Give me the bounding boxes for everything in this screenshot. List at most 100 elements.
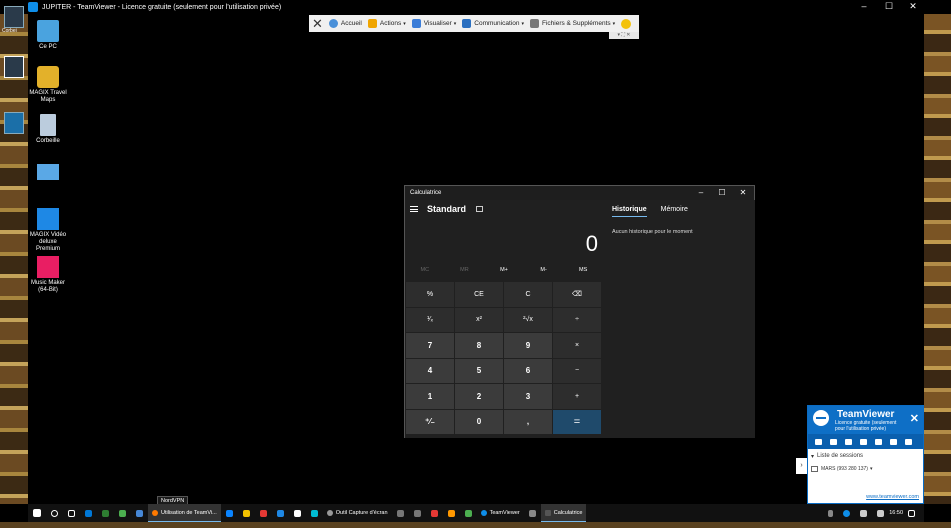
key-five[interactable]: 5 [455, 358, 503, 383]
app-icon[interactable] [430, 509, 438, 517]
memory-recall-button[interactable]: MR [445, 267, 485, 273]
remote-screen[interactable]: Ce PC MAGIX Travel Maps Corbeille MAGIX … [28, 14, 924, 504]
app-icon[interactable] [293, 509, 301, 517]
tray-teamviewer-icon[interactable] [843, 509, 851, 517]
key-minus[interactable]: − [553, 358, 601, 383]
calc-minimize-button[interactable]: – [691, 186, 711, 200]
memory-add-button[interactable]: M+ [484, 267, 524, 273]
key-backspace[interactable]: ⌫ [553, 282, 601, 307]
toolbar-actions[interactable]: Actions ▾ [367, 19, 406, 28]
keep-on-top-icon[interactable] [476, 206, 484, 212]
local-recycle-bin-icon[interactable] [4, 6, 24, 28]
app-icon[interactable] [396, 509, 404, 517]
key-four[interactable]: 4 [406, 358, 454, 383]
local-remote-desktop-icon[interactable] [4, 56, 24, 78]
network-icon[interactable] [860, 509, 868, 517]
app-icon[interactable] [310, 509, 318, 517]
key-nine[interactable]: 9 [504, 333, 552, 358]
tab-memoire[interactable]: Mémoire [661, 206, 688, 217]
key-decimal[interactable]: , [504, 409, 552, 434]
memory-store-button[interactable]: MS [563, 267, 603, 273]
headset-icon[interactable] [830, 438, 837, 445]
volume-icon[interactable] [877, 509, 885, 517]
key-two[interactable]: 2 [455, 384, 503, 409]
search-icon[interactable] [51, 509, 58, 517]
teamviewer-link[interactable]: www.teamviewer.com [866, 494, 919, 500]
key-zero[interactable]: 0 [455, 409, 503, 434]
end-session-button[interactable]: ✕ [312, 17, 323, 30]
local-shortcut-icon[interactable] [4, 112, 24, 134]
app-icon[interactable] [102, 509, 109, 517]
edge-icon[interactable] [225, 509, 233, 517]
key-percent[interactable]: % [406, 282, 454, 307]
session-item[interactable]: MARS (993 280 137) ▾ [808, 460, 923, 472]
toolbar-communication[interactable]: Communication ▾ [462, 19, 524, 28]
screen-icon[interactable] [875, 438, 882, 445]
key-six[interactable]: 6 [504, 358, 552, 383]
key-one[interactable]: 1 [406, 384, 454, 409]
toolbar-visualiser[interactable]: Visualiser ▾ [411, 19, 456, 28]
toolbar-accueil[interactable]: Accueil [328, 19, 362, 28]
key-divide[interactable]: ÷ [553, 307, 601, 332]
memory-clear-button[interactable]: MC [405, 267, 445, 273]
collapse-icon[interactable] [905, 438, 912, 445]
chat-icon[interactable] [845, 438, 852, 445]
feedback-smiley-icon[interactable] [621, 18, 632, 29]
desktop-icon-shortcut[interactable] [28, 164, 68, 182]
desktop-icon-ce-pc[interactable]: Ce PC [28, 20, 68, 51]
windows-start-icon[interactable] [33, 509, 41, 517]
taskbar-app-firefox[interactable]: Utilisation de TeamVi... [148, 504, 221, 522]
key-reciprocal[interactable]: ¹⁄ₓ [406, 307, 454, 332]
notifications-icon[interactable] [908, 509, 915, 517]
system-tray: 16:50 [823, 509, 924, 517]
desktop-icon-video-deluxe[interactable]: MAGIX Vidéo deluxe Premium [28, 208, 68, 253]
explorer-icon[interactable] [242, 509, 250, 517]
panel-close-button[interactable]: ✕ [910, 412, 919, 425]
desktop-icon-music-maker[interactable]: Music Maker (64-Bit) [28, 256, 68, 294]
tray-chevron-icon[interactable] [828, 509, 834, 517]
outlook-icon[interactable] [276, 509, 284, 517]
app-icon[interactable] [464, 509, 472, 517]
key-negate[interactable]: ⁺⁄₋ [406, 409, 454, 434]
app-icon[interactable] [528, 509, 536, 517]
pen-icon[interactable] [890, 438, 897, 445]
taskbar-app-snipping-tool[interactable]: Outil Capture d'écran [323, 504, 392, 522]
panel-expand-button[interactable]: › [796, 458, 807, 474]
taskbar-app-teamviewer[interactable]: TeamViewer [477, 504, 524, 522]
files-icon[interactable] [860, 438, 867, 445]
key-eight[interactable]: 8 [455, 333, 503, 358]
key-clear[interactable]: C [504, 282, 552, 307]
maximize-button[interactable]: ☐ [878, 0, 900, 14]
close-button[interactable]: ✕ [902, 0, 924, 14]
app-icon[interactable] [447, 509, 455, 517]
pdf-icon[interactable] [259, 509, 267, 517]
key-seven[interactable]: 7 [406, 333, 454, 358]
clock[interactable]: 16:50 [889, 510, 903, 516]
key-square[interactable]: x² [455, 307, 503, 332]
toolbar-subbar[interactable]: ▾ ⛶ ✕ [609, 32, 639, 39]
app-icon[interactable] [119, 509, 126, 517]
calc-maximize-button[interactable]: ☐ [712, 186, 732, 200]
taskbar-app-calculator[interactable]: Calculatrice [540, 504, 587, 522]
key-three[interactable]: 3 [504, 384, 552, 409]
task-view-icon[interactable] [68, 509, 75, 517]
key-multiply[interactable]: × [553, 333, 601, 358]
toolbar-fichiers[interactable]: Fichiers & Suppléments ▾ [529, 19, 615, 28]
key-plus[interactable]: + [553, 384, 601, 409]
key-equals[interactable]: = [553, 409, 601, 434]
sessions-header[interactable]: ▾ Liste de sessions [808, 449, 923, 460]
desktop-icon-travel-maps[interactable]: MAGIX Travel Maps [28, 66, 68, 104]
video-icon[interactable] [815, 438, 822, 445]
calc-close-button[interactable]: ✕ [733, 186, 753, 200]
menu-icon[interactable] [410, 206, 418, 212]
tab-historique[interactable]: Historique [612, 206, 647, 217]
widgets-icon[interactable] [85, 509, 92, 517]
memory-subtract-button[interactable]: M- [524, 267, 564, 273]
desktop-icon-corbeille[interactable]: Corbeille [28, 114, 68, 145]
memory-row: MC MR M+ M- MS [405, 267, 603, 273]
key-square-root[interactable]: ²√x [504, 307, 552, 332]
minimize-button[interactable]: – [853, 0, 875, 14]
nordvpn-icon[interactable] [136, 509, 143, 517]
key-clear-entry[interactable]: CE [455, 282, 503, 307]
app-icon[interactable] [413, 509, 421, 517]
